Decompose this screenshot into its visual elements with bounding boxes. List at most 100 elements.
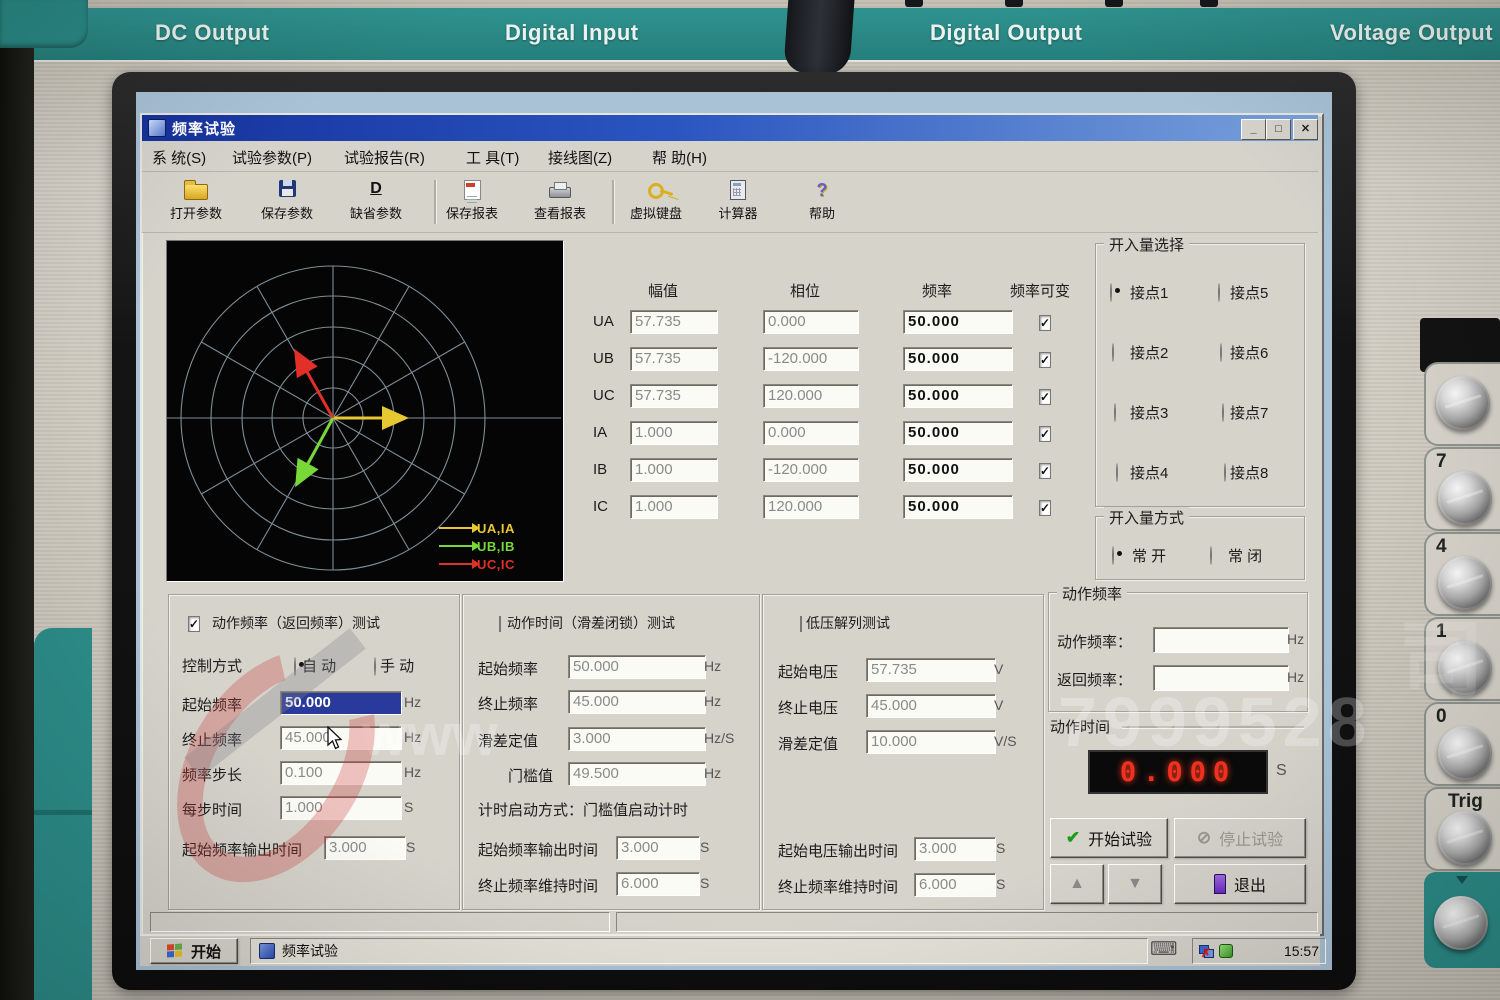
return-frequency-output	[1153, 665, 1289, 691]
save-report-button[interactable]: 保存报表	[426, 180, 518, 222]
task-icon	[259, 943, 275, 959]
green-tray-icon[interactable]	[1219, 944, 1233, 958]
contact6-radio[interactable]	[1220, 343, 1222, 362]
time-test-checkbox[interactable]	[499, 616, 501, 632]
contact3-radio[interactable]	[1114, 403, 1116, 422]
view-report-button[interactable]: 查看报表	[514, 180, 606, 222]
voltage-test-checkbox[interactable]	[800, 616, 802, 632]
table-row-ib: IB 1.000 -120.000 50.000 ✓	[575, 458, 1095, 482]
calculator-button[interactable]: 计算器	[692, 180, 784, 222]
ua-amplitude-input[interactable]: 57.735	[630, 310, 718, 334]
ia-phase-input[interactable]: 0.000	[763, 421, 859, 445]
uc-amplitude-input[interactable]: 57.735	[630, 384, 718, 408]
help-button[interactable]: ? 帮助	[776, 180, 868, 222]
action-frequency-output	[1153, 627, 1289, 653]
result-group-title: 动作频率	[1057, 583, 1127, 604]
menu-test-report[interactable]: 试验报告(R)	[344, 147, 425, 168]
maximize-button[interactable]: □	[1266, 119, 1291, 140]
ic-phase-input[interactable]: 120.000	[763, 495, 859, 519]
voltage-slip-input[interactable]: 10.000	[866, 730, 996, 754]
knob-box	[1424, 362, 1500, 446]
freq-test-checkbox[interactable]: ✓	[188, 616, 200, 632]
contact2-radio[interactable]	[1112, 343, 1114, 362]
ic-frequency-input[interactable]: 50.000	[903, 495, 1013, 519]
start-freq-output-time-input[interactable]: 3.000	[324, 836, 406, 860]
close-button[interactable]: ✕	[1293, 119, 1318, 140]
ib-amplitude-input[interactable]: 1.000	[630, 458, 718, 482]
normally-open-radio[interactable]	[1112, 546, 1114, 565]
normally-closed-radio[interactable]	[1210, 546, 1212, 565]
contact5-radio[interactable]	[1218, 283, 1220, 302]
contact7-radio[interactable]	[1222, 403, 1224, 422]
ub-amplitude-input[interactable]: 57.735	[630, 347, 718, 371]
freq-test-label: 动作频率（返回频率）测试	[212, 613, 380, 633]
menu-tools[interactable]: 工 具(T)	[466, 147, 519, 168]
tt-end-frequency-input[interactable]: 45.000	[568, 690, 706, 714]
col-header-freq-variable: 频率可变	[1010, 280, 1070, 301]
menu-test-params[interactable]: 试验参数(P)	[232, 147, 312, 168]
step-up-button[interactable]: ▲	[1050, 864, 1104, 904]
start-voltage-input[interactable]: 57.735	[866, 658, 996, 682]
start-button[interactable]: 开始	[150, 938, 238, 964]
tt-output-time-input[interactable]: 3.000	[616, 836, 700, 860]
label-digital-output: Digital Output	[930, 20, 1082, 46]
contact8-radio[interactable]	[1224, 463, 1226, 482]
uc-freq-variable-checkbox[interactable]: ✓	[1039, 389, 1051, 405]
stop-test-button[interactable]: ⊘ 停止试验	[1174, 818, 1306, 858]
slip-setting-input[interactable]: 3.000	[568, 727, 706, 751]
titlebar[interactable]	[142, 115, 1318, 141]
exit-button[interactable]: 退出	[1174, 864, 1306, 904]
close-icon: ✕	[1301, 124, 1310, 135]
contact1-radio[interactable]	[1110, 283, 1112, 302]
default-params-button[interactable]: D 缺省参数	[330, 180, 422, 222]
hardware-knob-teal	[1434, 896, 1488, 950]
taskbar-task-freq-test[interactable]: 频率试验	[250, 938, 1148, 964]
uc-frequency-input[interactable]: 50.000	[903, 384, 1013, 408]
ic-amplitude-input[interactable]: 1.000	[630, 495, 718, 519]
save-params-button[interactable]: 保存参数	[241, 180, 333, 222]
vt-output-time-input[interactable]: 3.000	[914, 837, 996, 861]
menu-system[interactable]: 系 统(S)	[152, 147, 206, 168]
tt-start-frequency-input[interactable]: 50.000	[568, 655, 706, 679]
hardware-knob-1	[1438, 641, 1492, 695]
vt-hold-time-input[interactable]: 6.000	[914, 873, 996, 897]
minimize-button[interactable]: _	[1241, 119, 1266, 140]
network-disconnected-icon[interactable]: ✗	[1199, 945, 1213, 958]
keyboard-tray-icon[interactable]: ⌨	[1150, 938, 1177, 961]
knob-box-4: 4	[1424, 532, 1500, 616]
uc-phase-input[interactable]: 120.000	[763, 384, 859, 408]
ia-amplitude-input[interactable]: 1.000	[630, 421, 718, 445]
open-folder-icon	[184, 180, 208, 200]
ia-frequency-input[interactable]: 50.000	[903, 421, 1013, 445]
knob-box-1: 1	[1424, 617, 1500, 701]
ib-freq-variable-checkbox[interactable]: ✓	[1039, 463, 1051, 479]
ua-phase-input[interactable]: 0.000	[763, 310, 859, 334]
tt-hold-time-input[interactable]: 6.000	[616, 872, 700, 896]
step-down-button[interactable]: ▼	[1108, 864, 1162, 904]
ib-phase-input[interactable]: -120.000	[763, 458, 859, 482]
threshold-input[interactable]: 49.500	[568, 762, 706, 786]
ib-frequency-input[interactable]: 50.000	[903, 458, 1013, 482]
open-params-button[interactable]: 打开参数	[150, 180, 242, 222]
status-bar-right	[616, 912, 1318, 932]
knob-box-0: 0	[1424, 702, 1500, 786]
ub-phase-input[interactable]: -120.000	[763, 347, 859, 371]
col-header-phase: 相位	[790, 280, 820, 301]
window-title: 频率试验	[172, 118, 236, 139]
end-voltage-input[interactable]: 45.000	[866, 694, 996, 718]
ia-freq-variable-checkbox[interactable]: ✓	[1039, 426, 1051, 442]
legend-arrow-uc	[439, 563, 473, 565]
ub-frequency-input[interactable]: 50.000	[903, 347, 1013, 371]
help-icon: ?	[810, 180, 834, 200]
menu-wiring-diagram[interactable]: 接线图(Z)	[548, 147, 612, 168]
ub-freq-variable-checkbox[interactable]: ✓	[1039, 352, 1051, 368]
start-test-button[interactable]: ✔ 开始试验	[1050, 818, 1168, 858]
menu-help[interactable]: 帮 助(H)	[652, 147, 707, 168]
legend-arrow-ub	[439, 545, 473, 547]
contact4-radio[interactable]	[1116, 463, 1118, 482]
virtual-keyboard-button[interactable]: 虚拟键盘	[610, 180, 702, 222]
ua-freq-variable-checkbox[interactable]: ✓	[1039, 315, 1051, 331]
clock: 15:57	[1284, 943, 1319, 959]
ua-frequency-input[interactable]: 50.000	[903, 310, 1013, 334]
ic-freq-variable-checkbox[interactable]: ✓	[1039, 500, 1051, 516]
